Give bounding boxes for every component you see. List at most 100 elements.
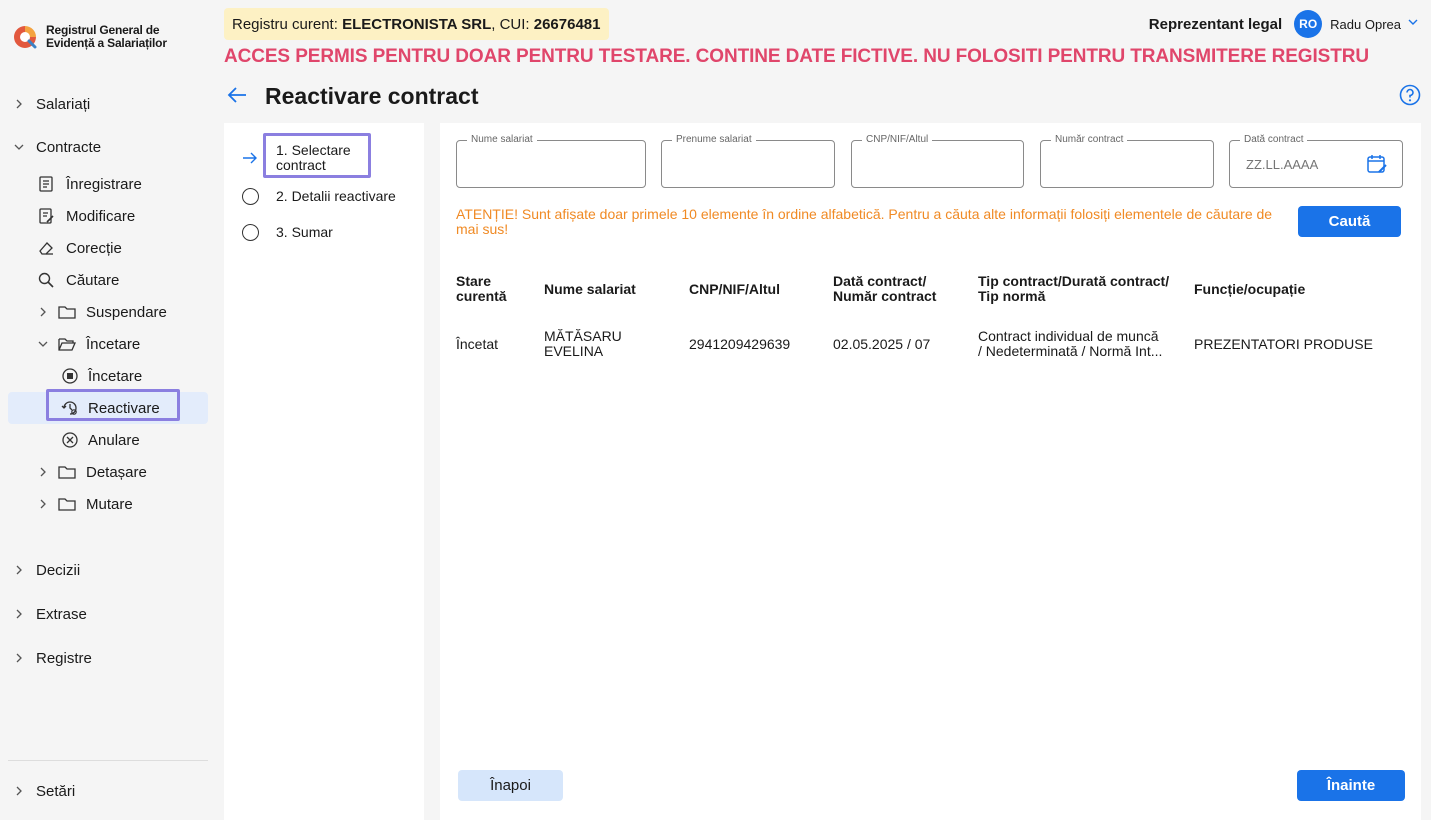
sidebar-item-reactivare[interactable]: Reactivare xyxy=(8,389,208,424)
folder-icon xyxy=(58,462,78,482)
step-selectare-contract[interactable]: 1. Selectare contract xyxy=(240,143,366,173)
sidebar-nav: Salariați Contracte Înregistrare Modific… xyxy=(8,82,208,680)
sidebar-item-label: Mutare xyxy=(86,495,133,513)
step-label: 2. Detalii reactivare xyxy=(276,188,396,204)
selection-highlight xyxy=(46,389,180,421)
contracts-table: Stare curentă Nume salariat CNP/NIF/Altul… xyxy=(456,269,1414,379)
sidebar-bottom: Setări xyxy=(8,775,208,807)
sidebar-item-label: Corecție xyxy=(66,239,122,257)
sidebar-item-mutare[interactable]: Mutare xyxy=(8,488,208,520)
search-icon xyxy=(36,270,56,290)
registry-cui-label: , CUI: xyxy=(491,15,530,33)
numar-contract-input[interactable] xyxy=(1041,141,1213,187)
sidebar-item-label: Setări xyxy=(36,782,76,800)
main-panel: Nume salariat Prenume salariat CNP/NIF/A… xyxy=(440,123,1421,820)
cnp-input[interactable] xyxy=(852,141,1023,187)
sidebar-item-label: Încetare xyxy=(86,335,141,353)
chevron-down-icon[interactable] xyxy=(1407,15,1419,33)
page-title: Reactivare contract xyxy=(265,83,479,109)
chevron-right-icon xyxy=(36,465,50,479)
step-circle-icon xyxy=(240,186,260,206)
sidebar-item-setari[interactable]: Setări xyxy=(8,775,208,807)
sidebar-item-incetare[interactable]: Încetare xyxy=(8,360,208,392)
cell-tip: Contract individual de muncă / Nedetermin… xyxy=(978,328,1163,359)
document-icon xyxy=(36,174,56,194)
stop-circle-icon xyxy=(60,366,80,386)
sidebar-item-cautare[interactable]: Căutare xyxy=(8,264,208,296)
logo-line2: Evidență a Salariaților xyxy=(46,36,167,50)
logo-text: Registrul General de Evidență a Salariaț… xyxy=(46,24,167,50)
folder-open-icon xyxy=(58,334,78,354)
calendar-icon[interactable] xyxy=(1366,153,1388,175)
avatar[interactable]: RO xyxy=(1294,10,1323,38)
sidebar-item-label: Suspendare xyxy=(86,303,167,321)
cell-stare: Încetat xyxy=(456,335,499,352)
data-contract-field[interactable]: Dată contract xyxy=(1229,134,1403,188)
sidebar-item-detasare[interactable]: Detașare xyxy=(8,456,208,488)
chevron-down-icon xyxy=(12,140,26,154)
user-menu[interactable]: Reprezentant legal RO Radu Oprea xyxy=(1149,10,1419,38)
sidebar-item-extrase[interactable]: Extrase xyxy=(8,592,208,636)
table-row[interactable]: Încetat MĂTĂSARU EVELINA 2941209429639 02… xyxy=(456,309,1414,379)
sidebar-item-decizii[interactable]: Decizii xyxy=(8,548,208,592)
header-cnp: CNP/NIF/Altul xyxy=(689,280,780,297)
step-sumar[interactable]: 3. Sumar xyxy=(240,222,333,242)
back-button[interactable]: Înapoi xyxy=(458,770,563,801)
sidebar-item-registre[interactable]: Registre xyxy=(8,636,208,680)
field-label: Nume salariat xyxy=(467,134,537,145)
next-button[interactable]: Înainte xyxy=(1297,770,1405,801)
search-button[interactable]: Caută xyxy=(1298,206,1401,237)
logo-icon xyxy=(14,26,37,49)
chevron-right-icon xyxy=(36,305,50,319)
sidebar-item-corectie[interactable]: Corecție xyxy=(8,232,208,264)
header-nume: Nume salariat xyxy=(544,280,636,297)
header-tip: Tip contract/Durată contract/Tip normă xyxy=(978,273,1170,304)
field-label: Dată contract xyxy=(1240,134,1308,145)
sidebar-item-label: Registre xyxy=(36,649,92,667)
sidebar-item-label: Anulare xyxy=(88,431,140,449)
chevron-right-icon xyxy=(12,651,26,665)
step-label: 3. Sumar xyxy=(276,224,333,240)
back-arrow-icon[interactable] xyxy=(226,84,248,106)
nume-salariat-field[interactable]: Nume salariat xyxy=(456,134,646,188)
sidebar-item-label: Înregistrare xyxy=(66,175,142,193)
cnp-field[interactable]: CNP/NIF/Altul xyxy=(851,134,1024,188)
sidebar-item-anulare[interactable]: Anulare xyxy=(8,424,208,456)
sidebar-item-modificare[interactable]: Modificare xyxy=(8,200,208,232)
chevron-down-icon xyxy=(36,337,50,351)
step-detalii-reactivare[interactable]: 2. Detalii reactivare xyxy=(240,186,396,206)
user-name[interactable]: Radu Oprea xyxy=(1330,17,1401,32)
registry-cui: 26676481 xyxy=(533,15,601,33)
arrow-right-icon xyxy=(240,148,260,168)
prenume-salariat-input[interactable] xyxy=(662,141,834,187)
chevron-right-icon xyxy=(12,563,26,577)
sidebar-item-salariati[interactable]: Salariați xyxy=(8,82,208,126)
prenume-salariat-field[interactable]: Prenume salariat xyxy=(661,134,835,188)
nume-salariat-input[interactable] xyxy=(457,141,645,187)
attention-message: ATENȚIE! Sunt afișate doar primele 10 el… xyxy=(456,206,1273,237)
sidebar-item-label: Încetare xyxy=(88,367,143,385)
cell-functie: PREZENTATORI PRODUSE xyxy=(1194,335,1373,352)
chevron-right-icon xyxy=(12,97,26,111)
field-label: Prenume salariat xyxy=(672,134,756,145)
field-label: Număr contract xyxy=(1051,134,1128,145)
chevron-right-icon xyxy=(12,607,26,621)
help-icon[interactable] xyxy=(1399,84,1421,106)
eraser-icon xyxy=(36,238,56,258)
field-label: CNP/NIF/Altul xyxy=(862,134,933,145)
step-label: 1. Selectare contract xyxy=(276,142,351,173)
sidebar-item-contracte[interactable]: Contracte xyxy=(8,126,208,168)
numar-contract-field[interactable]: Număr contract xyxy=(1040,134,1214,188)
user-role: Reprezentant legal xyxy=(1148,15,1283,33)
app-logo[interactable]: Registrul General de Evidență a Salariaț… xyxy=(12,24,167,50)
sidebar-item-inregistrare[interactable]: Înregistrare xyxy=(8,168,208,200)
chevron-right-icon xyxy=(36,497,50,511)
wizard-stepper: 1. Selectare contract 2. Detalii reactiv… xyxy=(224,123,424,820)
sidebar-item-label: Decizii xyxy=(36,561,81,579)
step-circle-icon xyxy=(240,222,260,242)
folder-icon xyxy=(58,302,78,322)
current-registry-badge: Registru curent: ELECTRONISTA SRL, CUI: … xyxy=(224,8,609,40)
sidebar-item-incetare-group[interactable]: Încetare xyxy=(8,328,208,360)
sidebar-item-suspendare[interactable]: Suspendare xyxy=(8,296,208,328)
table-header-row: Stare curentă Nume salariat CNP/NIF/Altul… xyxy=(456,269,1414,309)
